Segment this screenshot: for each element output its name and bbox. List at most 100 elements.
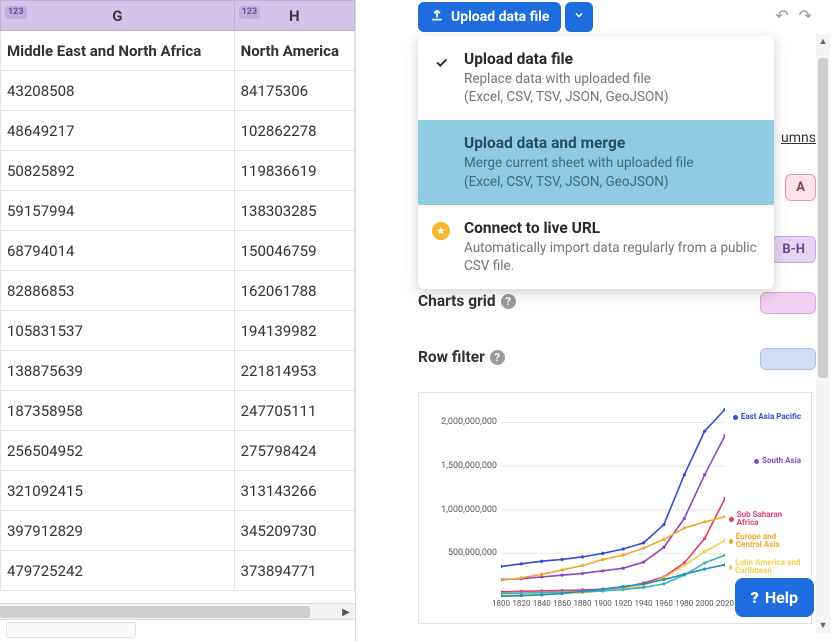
data-cell[interactable]: 43208508 [1,71,235,111]
dd-desc: Automatically import data regularly from… [464,239,758,275]
star-icon [432,222,450,240]
table-header-row[interactable]: Middle East and North AfricaNorth Americ… [1,31,355,71]
table-row[interactable]: 397912829345209730 [1,511,355,551]
data-grid: 123 G 123 H Middle East and North Africa… [0,0,355,591]
legend-item: Latin America and Caribbean [729,559,801,576]
data-cell[interactable]: 194139982 [234,311,354,351]
data-cell[interactable]: 321092415 [1,471,235,511]
upload-dropdown-toggle[interactable] [565,2,593,32]
hscroll-right-arrow[interactable]: ▶ [339,604,353,620]
hscroll-thumb[interactable] [0,606,310,618]
chart-svg [501,405,725,597]
question-icon: ? [751,588,759,607]
data-cell[interactable]: 59157994 [1,191,235,231]
data-cell[interactable]: 373894771 [234,551,354,591]
data-cell[interactable]: 256504952 [1,431,235,471]
y-tick-label: 1,500,000,000 [427,461,497,471]
data-cell[interactable]: 345209730 [234,511,354,551]
table-row[interactable]: 105831537194139982 [1,311,355,351]
column-pill-bh[interactable]: B-H [771,236,816,263]
data-cell[interactable]: 82886853 [1,271,235,311]
data-cell[interactable]: 479725242 [1,551,235,591]
data-cell[interactable]: 313143266 [234,471,354,511]
data-cell[interactable]: 187358958 [1,391,235,431]
label-text: Row filter [418,348,485,366]
col-header-h[interactable]: 123 H [234,1,354,31]
vscroll-thumb[interactable] [818,58,828,378]
header-cell[interactable]: North America [234,31,354,71]
data-cell[interactable]: 119836619 [234,151,354,191]
table-row[interactable]: 187358958247705111 [1,391,355,431]
scroll-up-arrow[interactable]: ▲ [816,36,830,47]
header-cell[interactable]: Middle East and North Africa [1,31,235,71]
y-tick-label: 2,000,000,000 [427,417,497,427]
redo-button[interactable]: ↷ [799,6,812,25]
x-tick-label: 1920 [614,599,632,608]
x-tick-label: 1840 [533,599,551,608]
x-tick-label: 1880 [573,599,591,608]
data-cell[interactable]: 48649217 [1,111,235,151]
x-tick-label: 1800 [492,599,510,608]
column-pill-a[interactable]: A [785,174,816,201]
data-cell[interactable]: 50825892 [1,151,235,191]
data-cell[interactable]: 138875639 [1,351,235,391]
col-letter: H [289,7,300,25]
undo-button[interactable]: ↶ [775,6,788,25]
columns-link-partial[interactable]: umns [781,130,816,146]
vertical-scrollbar[interactable]: ▲ ▼ [816,34,830,633]
table-row[interactable]: 48649217102862278 [1,111,355,151]
help-button[interactable]: ? Help [735,578,814,617]
table-row[interactable]: 479725242373894771 [1,551,355,591]
table-row[interactable]: 59157994138303285 [1,191,355,231]
undo-redo-group: ↶ ↷ [775,6,812,25]
help-label: Help [765,588,798,607]
table-row[interactable]: 138875639221814953 [1,351,355,391]
right-pane: Upload data file ↶ ↷ Upload data file Re… [356,0,832,641]
upload-dropdown-menu: Upload data file Replace data with uploa… [418,36,774,289]
legend-item: East Asia Pacific [733,413,801,421]
table-row[interactable]: 256504952275798424 [1,431,355,471]
table-row[interactable]: 4320850884175306 [1,71,355,111]
dropdown-item-url[interactable]: Connect to live URL Automatically import… [418,205,774,289]
data-cell[interactable]: 162061788 [234,271,354,311]
horizontal-scrollbar[interactable]: ▶ [0,603,355,619]
data-cell[interactable]: 221814953 [234,351,354,391]
x-tick-label: 2000 [696,599,714,608]
data-cell[interactable]: 247705111 [234,391,354,431]
help-icon[interactable]: ? [490,350,505,365]
dd-desc: Merge current sheet with uploaded file [464,154,694,172]
data-cell[interactable]: 275798424 [234,431,354,471]
data-cell[interactable]: 138303285 [234,191,354,231]
data-cell[interactable]: 68794014 [1,231,235,271]
col-type-badge: 123 [239,6,261,19]
legend-item: Europe and Central Asia [729,533,801,550]
x-tick-label: 1980 [675,599,693,608]
data-cell[interactable]: 105831537 [1,311,235,351]
data-cell[interactable]: 84175306 [234,71,354,111]
dd-title: Upload data and merge [464,134,694,152]
data-cell[interactable]: 397912829 [1,511,235,551]
table-row[interactable]: 321092415313143266 [1,471,355,511]
data-cell[interactable]: 102862278 [234,111,354,151]
legend-item: Sub Saharan Africa [729,511,801,528]
data-cell[interactable]: 150046759 [234,231,354,271]
charts-grid-swatch[interactable] [760,292,816,314]
sheet-tab[interactable] [6,622,136,638]
dropdown-item-upload[interactable]: Upload data file Replace data with uploa… [418,36,774,120]
legend-item: South Asia [754,457,801,465]
table-row[interactable]: 82886853162061788 [1,271,355,311]
upload-icon [430,8,444,26]
scroll-down-arrow[interactable]: ▼ [816,620,830,631]
upload-button-group: Upload data file [418,2,593,32]
help-icon[interactable]: ? [501,294,516,309]
table-row[interactable]: 50825892119836619 [1,151,355,191]
row-filter-swatch[interactable] [760,348,816,370]
table-row[interactable]: 68794014150046759 [1,231,355,271]
x-tick-label: 1940 [635,599,653,608]
dropdown-item-merge[interactable]: Upload data and merge Merge current shee… [418,120,774,204]
sheet-tabs [0,619,355,641]
upload-button-label: Upload data file [451,9,549,25]
col-header-g[interactable]: 123 G [1,1,235,31]
sheet-scroll[interactable]: 123 G 123 H Middle East and North Africa… [0,0,355,603]
upload-data-button[interactable]: Upload data file [418,2,561,32]
